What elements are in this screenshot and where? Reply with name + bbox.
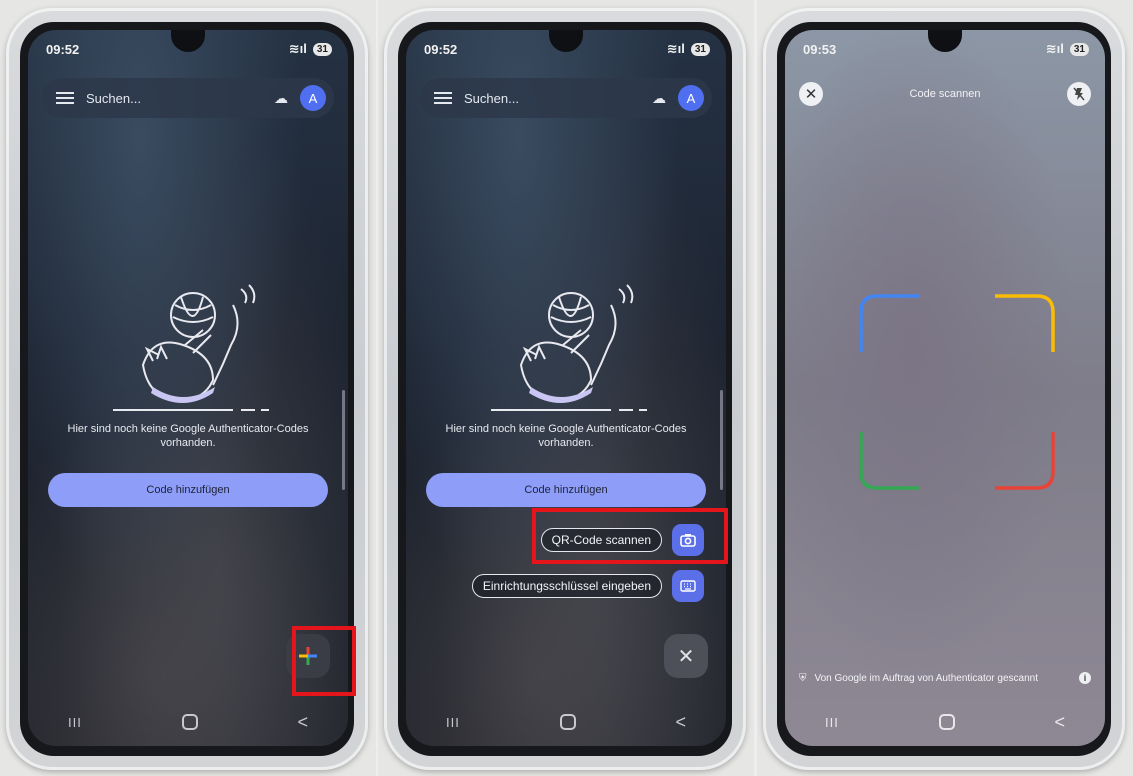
- menu-icon[interactable]: [434, 92, 452, 104]
- phone-screen: 09:52 ≋ıl 31 Suchen... ☁ A Hier sind noc…: [406, 30, 726, 746]
- scrollbar[interactable]: [720, 390, 723, 490]
- scanner-title: Code scannen: [909, 88, 981, 100]
- status-bar: 09:52 ≋ıl 31: [46, 40, 332, 58]
- menu-icon[interactable]: [56, 92, 74, 104]
- search-bar[interactable]: Suchen... ☁ A: [420, 78, 712, 118]
- home-button[interactable]: [559, 714, 576, 730]
- home-button[interactable]: [938, 714, 955, 730]
- back-button[interactable]: <: [1054, 712, 1065, 733]
- back-button[interactable]: <: [297, 712, 308, 733]
- avatar[interactable]: A: [300, 85, 326, 111]
- search-bar[interactable]: Suchen... ☁ A: [42, 78, 334, 118]
- search-placeholder: Suchen...: [464, 90, 519, 106]
- photo-step-1: 09:52 ≋ıl 31 Suchen... ☁ A Hier sind noc…: [0, 0, 376, 776]
- keyboard-icon[interactable]: [672, 570, 704, 602]
- signal-icon: ≋ıl: [666, 41, 685, 56]
- close-menu-button[interactable]: ✕: [664, 634, 708, 678]
- avatar[interactable]: A: [678, 85, 704, 111]
- recent-apps-button[interactable]: III: [68, 715, 82, 730]
- recent-apps-button[interactable]: III: [825, 715, 839, 730]
- signal-icon: ≋ıl: [288, 41, 307, 56]
- highlight-scan-qr: [532, 508, 728, 564]
- signal-icon: ≋ıl: [1045, 41, 1064, 56]
- system-nav-bar: III <: [825, 710, 1065, 734]
- recent-apps-button[interactable]: III: [446, 715, 460, 730]
- close-icon: ✕: [677, 645, 695, 668]
- flash-off-icon: [1073, 87, 1085, 101]
- scrollbar[interactable]: [342, 390, 345, 490]
- cloud-icon[interactable]: ☁: [274, 90, 288, 107]
- status-bar: 09:52 ≋ıl 31: [424, 40, 710, 58]
- system-nav-bar: III <: [68, 710, 308, 734]
- battery-badge: 31: [312, 42, 332, 56]
- flash-toggle-button[interactable]: [1067, 82, 1091, 106]
- back-button[interactable]: <: [675, 712, 686, 733]
- empty-state-message: Hier sind noch keine Google Authenticato…: [67, 423, 309, 449]
- add-code-button[interactable]: Code hinzufügen: [426, 473, 706, 507]
- home-button[interactable]: [181, 714, 198, 730]
- phone-screen: 09:53 ≋ıl 31 ✕ Code scannen ⛨ Von Google…: [785, 30, 1105, 746]
- enter-key-label[interactable]: Einrichtungsschlüssel eingeben: [471, 574, 662, 598]
- status-time: 09:52: [424, 41, 458, 57]
- info-icon[interactable]: i: [1079, 672, 1091, 684]
- photo-step-2: 09:52 ≋ıl 31 Suchen... ☁ A Hier sind noc…: [378, 0, 754, 776]
- status-time: 09:52: [46, 41, 80, 57]
- scanner-footer: ⛨ Von Google im Auftrag von Authenticato…: [799, 672, 1091, 684]
- scanner-footer-text: Von Google im Auftrag von Authenticator …: [814, 672, 1038, 684]
- battery-badge: 31: [690, 42, 710, 56]
- system-nav-bar: III <: [446, 710, 686, 734]
- add-code-button[interactable]: Code hinzufügen: [48, 473, 328, 507]
- cloud-icon[interactable]: ☁: [652, 90, 666, 107]
- status-time: 09:53: [803, 41, 837, 57]
- search-placeholder: Suchen...: [86, 90, 141, 106]
- battery-badge: 31: [1069, 42, 1089, 56]
- cat-yarn-illustration: [113, 284, 269, 411]
- empty-state-message: Hier sind noch keine Google Authenticato…: [445, 423, 687, 449]
- enter-key-option[interactable]: Einrichtungsschlüssel eingeben: [471, 570, 704, 602]
- shield-icon: ⛨: [799, 672, 807, 684]
- highlight-add-fab: [292, 626, 356, 696]
- cat-yarn-illustration: [491, 284, 647, 411]
- status-bar: 09:53 ≋ıl 31: [803, 40, 1089, 58]
- photo-step-3: 09:53 ≋ıl 31 ✕ Code scannen ⛨ Von Google…: [757, 0, 1133, 776]
- scan-viewfinder: [859, 294, 1055, 490]
